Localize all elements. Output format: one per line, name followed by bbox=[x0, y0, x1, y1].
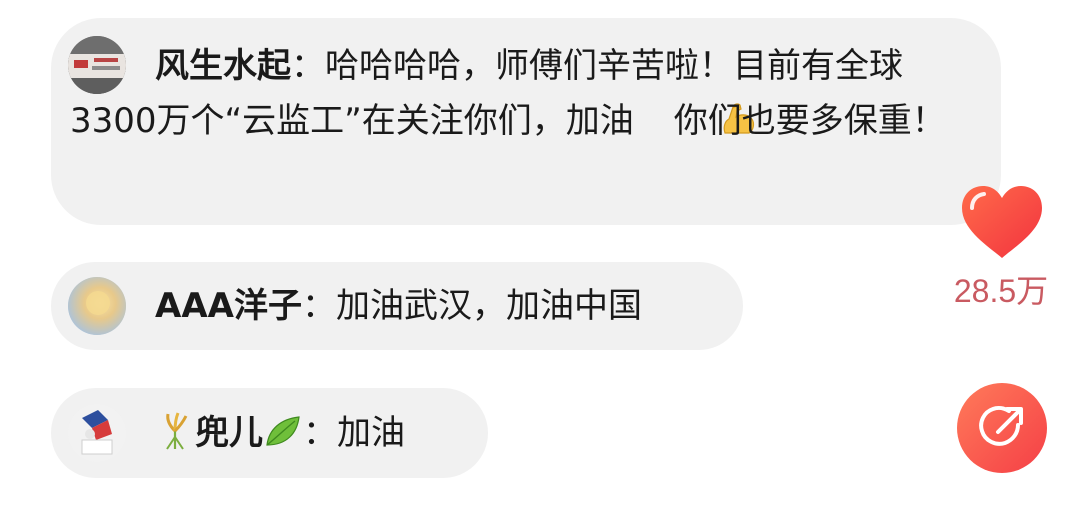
comment-body: 加油 bbox=[337, 413, 405, 453]
comment-separator: ： bbox=[303, 413, 337, 453]
comment-separator: ： bbox=[291, 46, 325, 86]
comment-username[interactable]: 风生水起 bbox=[155, 46, 291, 86]
comment-body-cont: 你们也要多保重！ bbox=[673, 101, 946, 141]
comment-username[interactable]: AAA洋子 bbox=[155, 286, 302, 326]
comment-separator: ： bbox=[301, 286, 336, 326]
comment-text: AAA洋子：加油武汉，加油中国 bbox=[155, 279, 642, 334]
comment-text: 兜儿 ：加油 bbox=[155, 406, 405, 461]
avatar[interactable] bbox=[68, 277, 126, 335]
flexed-biceps-icon bbox=[634, 99, 754, 139]
rice-sheaf-icon bbox=[155, 411, 195, 451]
heart-icon[interactable] bbox=[958, 182, 1046, 262]
comment-username[interactable]: 兜儿 bbox=[195, 413, 263, 453]
like-count: 28.5万 bbox=[953, 273, 1049, 309]
avatar[interactable] bbox=[68, 404, 126, 462]
share-button[interactable] bbox=[957, 383, 1047, 473]
share-arrow-icon bbox=[979, 405, 1023, 446]
leaf-icon bbox=[263, 411, 303, 451]
comment-body: 加油武汉，加油中国 bbox=[335, 286, 642, 326]
comment-text: 风生水起：哈哈哈哈，师傅们辛苦啦！目前有全球3300万个“云监工”在关注你们，加… bbox=[70, 39, 975, 149]
